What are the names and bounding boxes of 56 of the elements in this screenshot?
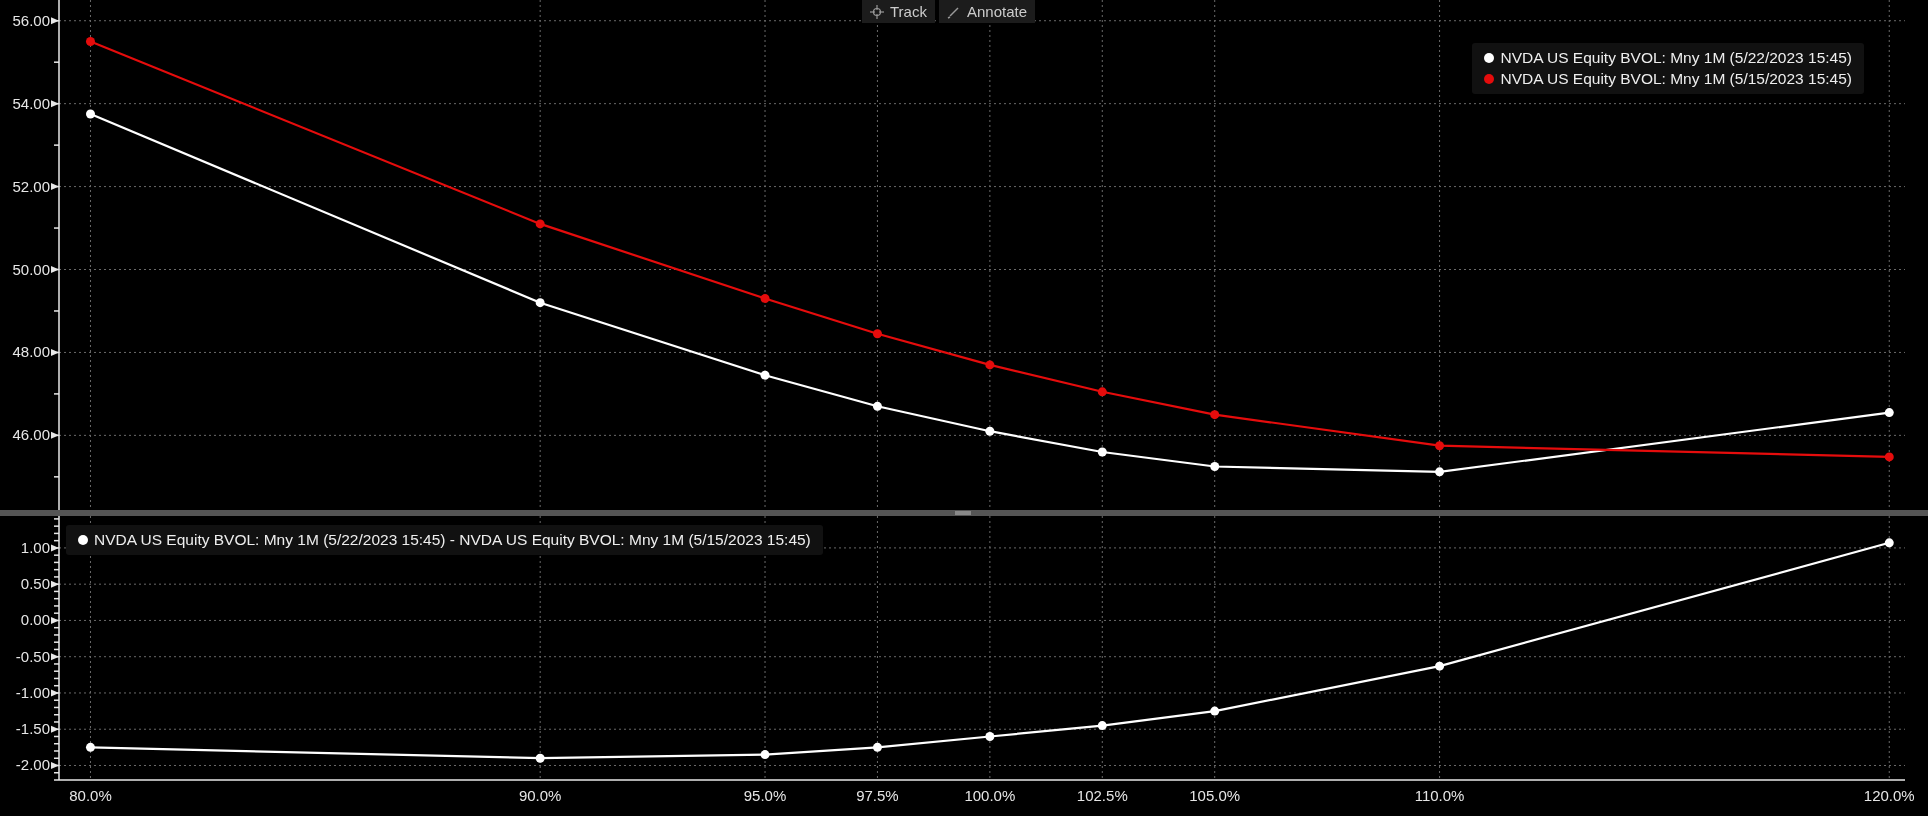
data-point — [1884, 408, 1894, 418]
data-point — [872, 329, 882, 339]
x-tick-label: 95.0% — [743, 787, 787, 804]
y-tick-label: -1.00 — [15, 683, 50, 701]
x-tick-label: 90.0% — [518, 787, 562, 804]
data-point — [1884, 538, 1894, 548]
data-point — [1210, 461, 1220, 471]
resize-handle[interactable] — [955, 511, 971, 515]
data-point — [985, 360, 995, 370]
legend-label: NVDA US Equity BVOL: Mny 1M (5/15/2023 15:45) — [1500, 70, 1852, 88]
x-tick-label: 110.0% — [1414, 787, 1465, 804]
data-point — [1097, 387, 1107, 397]
legend-label: NVDA US Equity BVOL: Mny 1M (5/22/2023 15:45) - NVDA US Equity BVOL: Mny 1M (5/15/2023 15:45) — [94, 531, 811, 549]
y-tick-label: 50.00 — [12, 260, 50, 278]
x-tick-label: 100.0% — [964, 787, 1016, 804]
legend-label: NVDA US Equity BVOL: Mny 1M (5/22/2023 15:45) — [1500, 49, 1852, 67]
y-tick-label: 48.00 — [12, 343, 50, 361]
x-tick-label: 97.5% — [856, 787, 899, 804]
data-point — [86, 109, 95, 119]
y-tick-label: 54.00 — [12, 94, 50, 112]
data-point — [1210, 410, 1220, 420]
data-point — [760, 750, 770, 760]
y-tick-label: -0.50 — [15, 647, 50, 665]
data-point — [86, 36, 95, 46]
data-point — [1435, 661, 1445, 671]
data-point — [1884, 452, 1894, 462]
data-point — [985, 732, 995, 741]
data-point — [760, 294, 770, 304]
x-tick-label: 120.0% — [1863, 787, 1915, 804]
data-point — [535, 219, 545, 229]
data-point — [1097, 447, 1107, 457]
data-point — [535, 298, 545, 308]
data-point — [535, 753, 545, 763]
x-tick-label: 105.0% — [1189, 787, 1241, 804]
data-point — [1435, 441, 1445, 451]
y-tick-label: 56.00 — [12, 11, 50, 29]
data-point — [872, 401, 882, 411]
y-tick-label: -2.00 — [15, 756, 50, 774]
y-tick-label: 0.50 — [20, 575, 50, 593]
data-point — [872, 742, 882, 752]
track-button[interactable]: Track — [862, 0, 935, 23]
y-tick-label: 52.00 — [12, 177, 50, 195]
data-point — [760, 370, 770, 380]
y-tick-label: -1.50 — [15, 720, 50, 738]
y-tick-label: 1.00 — [20, 538, 50, 556]
annotate-button[interactable]: Annotate — [938, 0, 1035, 23]
x-tick-label: 102.5% — [1076, 787, 1128, 804]
data-point — [1097, 721, 1107, 731]
data-point — [86, 742, 95, 752]
data-point — [985, 426, 995, 436]
data-point — [1435, 467, 1445, 477]
y-tick-label: 46.00 — [12, 426, 50, 444]
crosshair-icon — [870, 4, 884, 19]
data-point — [1210, 706, 1220, 716]
y-tick-label: 0.00 — [20, 611, 50, 629]
x-tick-label: 80.0% — [69, 787, 112, 804]
